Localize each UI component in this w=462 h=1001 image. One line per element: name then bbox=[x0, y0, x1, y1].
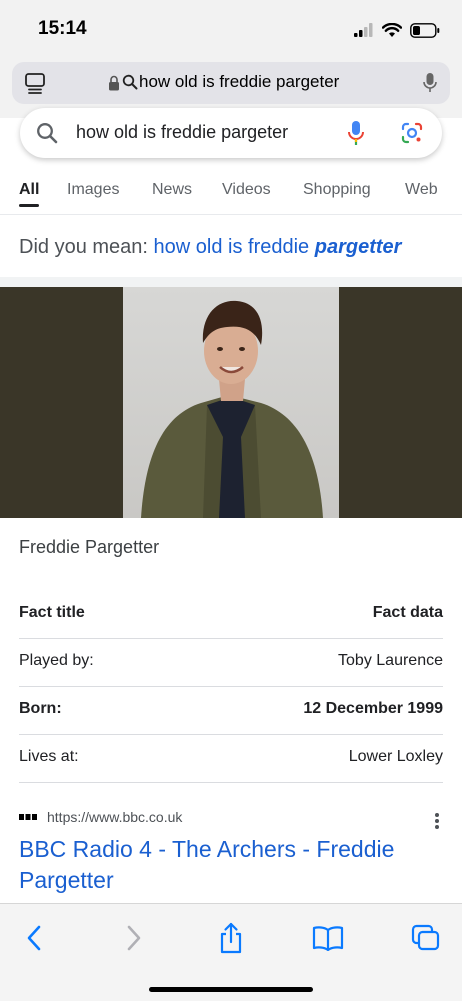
suggestion-text: how old is freddie bbox=[153, 236, 310, 258]
tab-news[interactable]: News bbox=[152, 181, 192, 199]
share-button[interactable] bbox=[211, 920, 251, 956]
knowledge-panel-image-band bbox=[0, 287, 462, 518]
did-you-mean-link[interactable]: how old is freddie pargetter bbox=[154, 236, 402, 258]
result-title-link[interactable]: BBC Radio 4 - The Archers - Freddie Parg… bbox=[19, 834, 419, 896]
fact-key: Played by: bbox=[19, 652, 94, 669]
microphone-icon[interactable] bbox=[422, 72, 438, 94]
chevron-right-icon bbox=[127, 925, 141, 951]
search-tabs: All Images News Videos Shopping Web bbox=[0, 170, 462, 215]
fact-value: Lower Loxley bbox=[348, 748, 443, 765]
active-tab-indicator bbox=[19, 204, 39, 207]
tab-web[interactable]: Web bbox=[405, 181, 438, 199]
section-divider bbox=[0, 277, 462, 287]
cellular-signal-icon bbox=[354, 23, 373, 37]
fact-key: Lives at: bbox=[19, 748, 79, 765]
browser-toolbar bbox=[0, 903, 462, 1001]
google-search-box[interactable]: how old is freddie pargeter bbox=[20, 108, 442, 158]
address-text[interactable]: how old is freddie pargeter bbox=[139, 72, 339, 92]
home-indicator[interactable] bbox=[149, 987, 313, 992]
person-portrait-image bbox=[141, 300, 323, 518]
book-icon bbox=[312, 926, 344, 951]
tabs-icon bbox=[411, 924, 440, 951]
fact-value: Toby Laurence bbox=[338, 652, 443, 669]
battery-icon bbox=[410, 22, 440, 38]
fact-row-born: Born: 12 December 1999 bbox=[19, 686, 443, 735]
lock-icon bbox=[109, 75, 119, 91]
search-query[interactable]: how old is freddie pargeter bbox=[76, 122, 288, 143]
fact-row-lives-at: Lives at: Lower Loxley bbox=[19, 734, 443, 783]
tabs-button[interactable] bbox=[406, 920, 446, 956]
result-url[interactable]: https://www.bbc.co.uk bbox=[47, 809, 182, 825]
forward-button[interactable] bbox=[114, 920, 154, 956]
page-menu-icon[interactable] bbox=[24, 72, 46, 94]
fact-key: Fact title bbox=[19, 604, 85, 621]
did-you-mean: Did you mean: how old is freddie pargett… bbox=[19, 236, 401, 259]
fact-value: 12 December 1999 bbox=[303, 700, 443, 717]
more-options-icon[interactable] bbox=[434, 812, 440, 830]
tab-videos[interactable]: Videos bbox=[222, 181, 271, 199]
character-photo[interactable] bbox=[123, 287, 339, 518]
fact-row-played-by: Played by: Toby Laurence bbox=[19, 638, 443, 687]
status-icons bbox=[354, 20, 440, 40]
google-lens-icon[interactable] bbox=[400, 121, 424, 145]
wifi-icon bbox=[382, 22, 402, 37]
voice-search-icon[interactable] bbox=[347, 120, 365, 146]
suggestion-emphasis: pargetter bbox=[314, 236, 402, 258]
bookmarks-button[interactable] bbox=[308, 920, 348, 956]
tab-shopping[interactable]: Shopping bbox=[303, 181, 371, 199]
search-icon bbox=[37, 123, 58, 144]
tab-all[interactable]: All bbox=[19, 181, 39, 199]
fact-key: Born: bbox=[19, 700, 62, 717]
share-icon bbox=[220, 922, 242, 954]
search-icon bbox=[122, 74, 138, 90]
chevron-left-icon bbox=[27, 925, 41, 951]
site-favicon-icon bbox=[19, 814, 37, 820]
status-bar: 15:14 bbox=[0, 0, 462, 58]
fact-row-header: Fact title Fact data bbox=[19, 590, 443, 639]
tab-images[interactable]: Images bbox=[67, 181, 119, 199]
address-bar[interactable]: how old is freddie pargeter bbox=[12, 62, 450, 104]
fact-value: Fact data bbox=[372, 604, 443, 621]
status-time: 15:14 bbox=[38, 18, 87, 39]
back-button[interactable] bbox=[14, 920, 54, 956]
did-you-mean-prefix: Did you mean: bbox=[19, 236, 148, 258]
knowledge-panel-title: Freddie Pargetter bbox=[19, 537, 160, 557]
